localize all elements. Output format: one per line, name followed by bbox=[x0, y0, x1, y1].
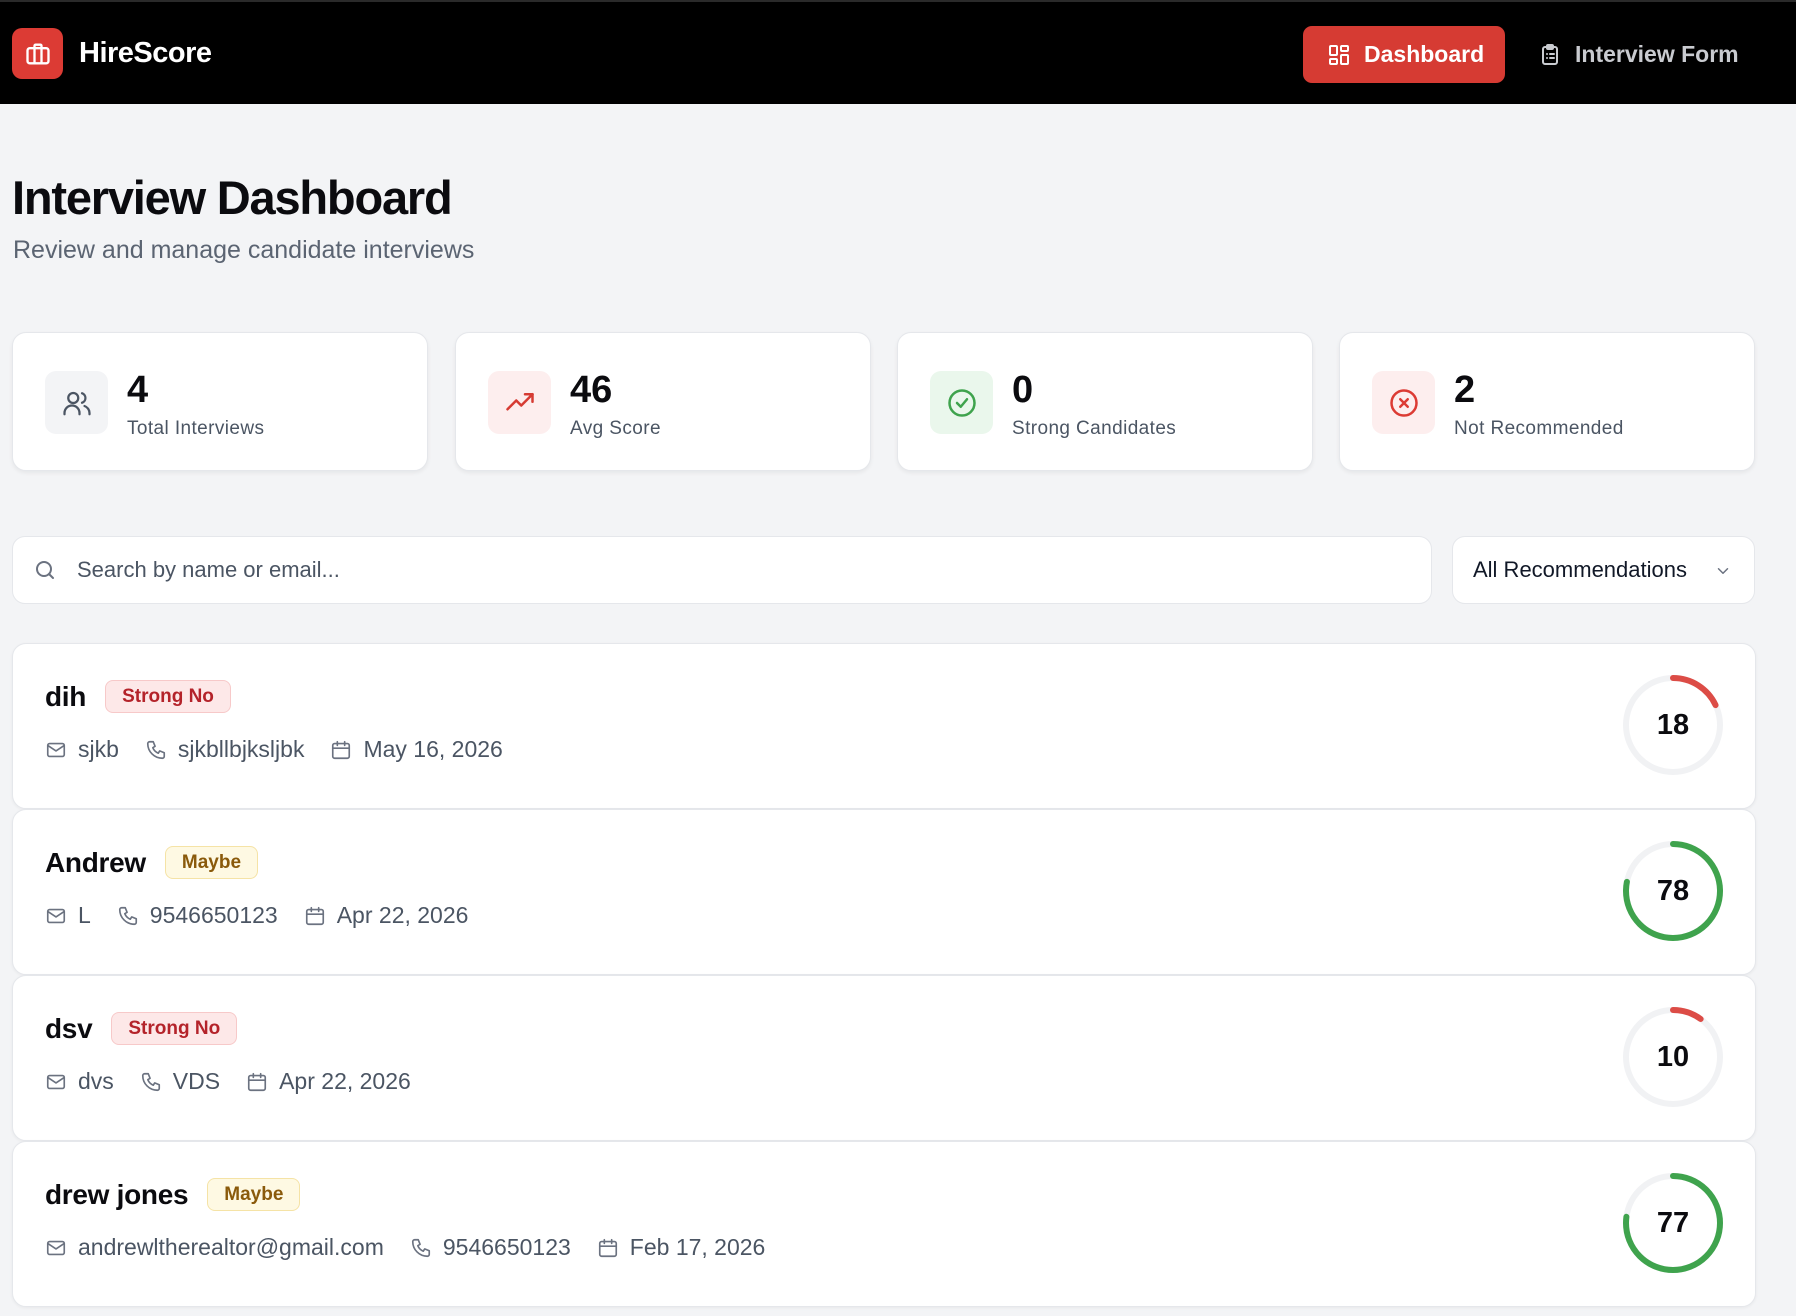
stat-value: 46 bbox=[570, 369, 613, 411]
phone-text: sjkbllbjksljbk bbox=[177, 736, 305, 762]
nav-dashboard-button[interactable]: Dashboard bbox=[1303, 26, 1505, 83]
interview-row[interactable]: Andrew Maybe L 9546650123 Apr 22, 2026 7… bbox=[12, 809, 1756, 975]
interview-date: Apr 22, 2026 bbox=[304, 902, 469, 929]
candidate-name: dih bbox=[45, 680, 87, 712]
recommendation-badge: Strong No bbox=[111, 1012, 238, 1045]
interview-date: Apr 22, 2026 bbox=[246, 1068, 411, 1095]
layout-grid-icon bbox=[1329, 44, 1349, 65]
clipboard-list-icon bbox=[1542, 43, 1558, 65]
phone-icon bbox=[146, 740, 165, 759]
phone-text: 9546650123 bbox=[149, 902, 278, 928]
stat-label: Strong Candidates bbox=[1012, 418, 1177, 439]
candidate-phone: sjkbllbjksljbk bbox=[145, 736, 305, 763]
page-subtitle: Review and manage candidate interviews bbox=[13, 236, 475, 264]
score-value: 18 bbox=[1656, 708, 1690, 741]
score-ring: 18 bbox=[1621, 673, 1725, 777]
candidate-email: andrewltherealtor@gmail.com bbox=[45, 1234, 384, 1261]
top-nav-bar: HireScore Dashboard Interview Form bbox=[0, 0, 1796, 104]
search-input[interactable] bbox=[77, 557, 1377, 583]
trending-up-icon bbox=[488, 371, 551, 434]
calendar-icon bbox=[332, 740, 351, 759]
stat-card-total-interviews: 4 Total Interviews bbox=[12, 332, 428, 471]
search-icon bbox=[36, 561, 54, 579]
recommendation-badge: Strong No bbox=[105, 680, 231, 713]
calendar-icon bbox=[248, 1072, 267, 1091]
calendar-icon bbox=[598, 1238, 617, 1257]
stat-value: 4 bbox=[127, 369, 149, 411]
phone-text: 9546650123 bbox=[442, 1234, 571, 1260]
phone-text: VDS bbox=[172, 1068, 221, 1094]
email-text: andrewltherealtor@gmail.com bbox=[78, 1234, 384, 1260]
stat-value: 2 bbox=[1454, 369, 1476, 411]
app-name: HireScore bbox=[79, 37, 212, 69]
interview-row[interactable]: dsv Strong No dvs VDS Apr 22, 2026 10 bbox=[12, 975, 1756, 1141]
stat-card-strong-candidates: 0 Strong Candidates bbox=[897, 332, 1313, 471]
candidate-phone: VDS bbox=[140, 1068, 220, 1095]
phone-icon bbox=[141, 1072, 160, 1091]
interview-date: May 16, 2026 bbox=[330, 736, 503, 763]
candidate-name: dsv bbox=[45, 1012, 93, 1044]
briefcase-icon bbox=[12, 28, 63, 79]
score-ring: 77 bbox=[1621, 1171, 1725, 1275]
interview-list: dih Strong No sjkb sjkbllbjksljbk May 16… bbox=[12, 643, 1756, 1307]
page-title: Interview Dashboard bbox=[12, 171, 453, 224]
recommendation-badge: Maybe bbox=[207, 1178, 301, 1211]
stat-label: Total Interviews bbox=[127, 418, 265, 439]
score-ring: 10 bbox=[1621, 1005, 1725, 1109]
mail-icon bbox=[46, 908, 66, 923]
candidate-phone: 9546650123 bbox=[117, 902, 278, 929]
stat-label: Not Recommended bbox=[1454, 418, 1624, 439]
x-circle-icon bbox=[1372, 371, 1435, 434]
filter-selected-value: All Recommendations bbox=[1473, 557, 1687, 582]
candidate-email: dvs bbox=[45, 1068, 114, 1095]
interview-date: Feb 17, 2026 bbox=[597, 1234, 766, 1261]
candidate-email: sjkb bbox=[45, 736, 119, 763]
score-value: 10 bbox=[1656, 1040, 1690, 1073]
score-value: 77 bbox=[1656, 1206, 1690, 1239]
email-text: dvs bbox=[78, 1068, 114, 1094]
nav-dashboard-label: Dashboard bbox=[1364, 41, 1485, 67]
stat-card-not-recommended: 2 Not Recommended bbox=[1339, 332, 1755, 471]
email-text: L bbox=[78, 902, 91, 928]
mail-icon bbox=[46, 1240, 66, 1255]
mail-icon bbox=[46, 1074, 66, 1089]
date-text: May 16, 2026 bbox=[363, 736, 503, 762]
candidate-email: L bbox=[45, 902, 91, 929]
chevron-down-icon bbox=[1717, 568, 1729, 574]
stat-label: Avg Score bbox=[570, 418, 661, 439]
candidate-phone: 9546650123 bbox=[410, 1234, 571, 1261]
email-text: sjkb bbox=[78, 736, 119, 762]
recommendation-filter-select[interactable]: All Recommendations bbox=[1452, 536, 1755, 604]
stat-card-avg-score: 46 Avg Score bbox=[455, 332, 871, 471]
nav-interview-form-label: Interview Form bbox=[1575, 41, 1739, 67]
interview-row[interactable]: dih Strong No sjkb sjkbllbjksljbk May 16… bbox=[12, 643, 1756, 809]
calendar-icon bbox=[305, 906, 324, 925]
interview-row[interactable]: drew jones Maybe andrewltherealtor@gmail… bbox=[12, 1141, 1756, 1307]
search-box[interactable] bbox=[12, 536, 1432, 604]
date-text: Apr 22, 2026 bbox=[279, 1068, 411, 1094]
phone-icon bbox=[118, 906, 137, 925]
candidate-name: Andrew bbox=[45, 846, 146, 878]
users-icon bbox=[45, 371, 108, 434]
phone-icon bbox=[411, 1238, 430, 1257]
date-text: Apr 22, 2026 bbox=[336, 902, 469, 928]
date-text: Feb 17, 2026 bbox=[629, 1234, 766, 1260]
score-value: 78 bbox=[1656, 874, 1690, 907]
candidate-name: drew jones bbox=[45, 1178, 189, 1210]
score-ring: 78 bbox=[1621, 839, 1725, 943]
brand[interactable]: HireScore bbox=[12, 28, 212, 79]
recommendation-badge: Maybe bbox=[164, 846, 259, 879]
mail-icon bbox=[46, 742, 66, 757]
stat-value: 0 bbox=[1012, 369, 1034, 411]
nav-interview-form-button[interactable]: Interview Form bbox=[1536, 26, 1756, 83]
check-circle-icon bbox=[930, 371, 993, 434]
